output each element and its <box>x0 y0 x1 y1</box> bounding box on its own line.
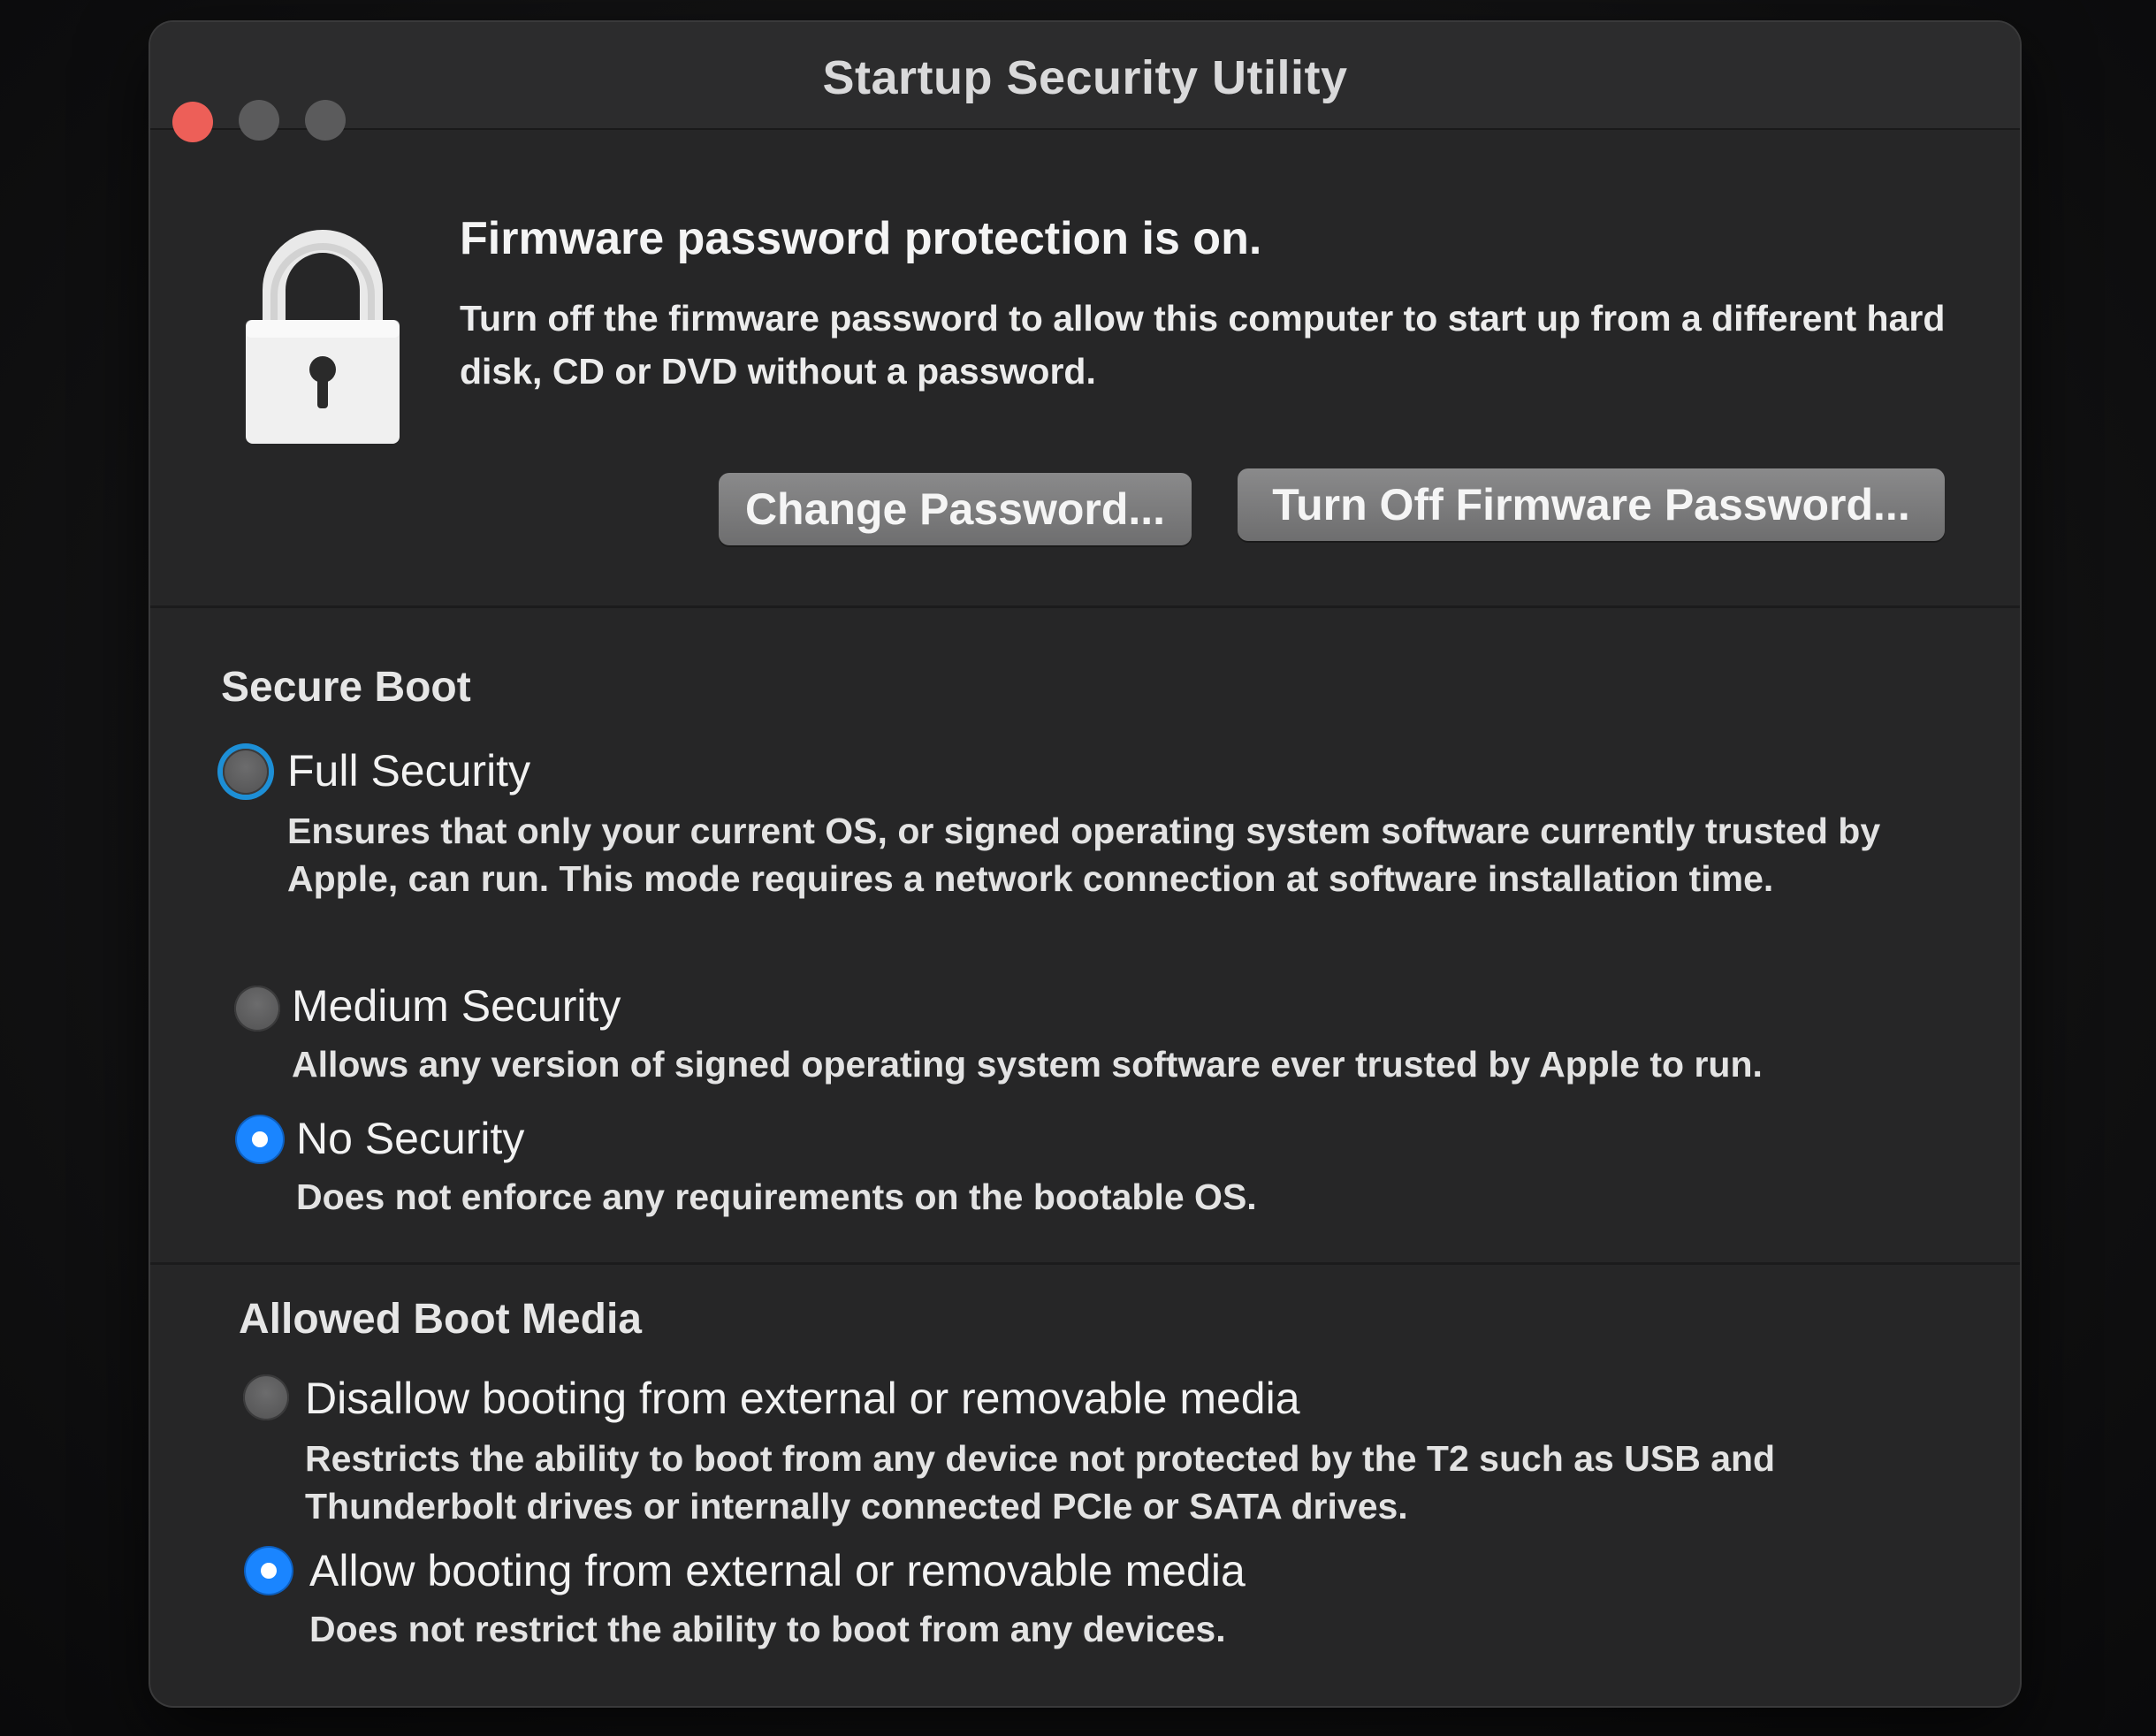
allow-external-media-label[interactable]: Allow booting from external or removable… <box>309 1545 1246 1596</box>
medium-security-label[interactable]: Medium Security <box>292 980 621 1032</box>
startup-security-window: Startup Security Utility Firmware passwo… <box>150 22 2020 1706</box>
no-security-description: Does not enforce any requirements on the… <box>296 1176 1257 1217</box>
medium-security-description: Allows any version of signed operating s… <box>292 1044 1763 1085</box>
section-divider <box>150 1262 2020 1265</box>
zoom-window-button[interactable] <box>305 100 346 141</box>
disallow-external-media-description: Restricts the ability to boot from any d… <box>305 1438 1776 1527</box>
minimize-window-button[interactable] <box>239 100 279 141</box>
no-security-label[interactable]: No Security <box>296 1113 524 1164</box>
close-window-button[interactable] <box>172 102 213 142</box>
firmware-description: Turn off the firmware password to allow … <box>460 298 1946 392</box>
full-security-label[interactable]: Full Security <box>287 745 530 796</box>
allow-external-media-description: Does not restrict the ability to boot fr… <box>309 1609 1226 1649</box>
lock-icon <box>246 230 400 444</box>
full-security-radio[interactable] <box>223 749 269 795</box>
no-security-radio[interactable] <box>237 1116 283 1162</box>
title-bar[interactable]: Startup Security Utility <box>150 22 2020 142</box>
disallow-external-media-radio[interactable] <box>243 1374 289 1420</box>
full-security-description: Ensures that only your current OS, or si… <box>287 811 1881 899</box>
medium-security-radio[interactable] <box>234 986 280 1032</box>
change-password-button[interactable]: Change Password... <box>719 473 1192 545</box>
secure-boot-heading: Secure Boot <box>221 664 471 711</box>
section-divider <box>150 605 2020 608</box>
allow-external-media-radio[interactable] <box>246 1548 292 1594</box>
allowed-boot-media-heading: Allowed Boot Media <box>239 1296 642 1343</box>
turn-off-firmware-password-button[interactable]: Turn Off Firmware Password... <box>1238 468 1945 541</box>
firmware-status-heading: Firmware password protection is on. <box>460 213 1262 264</box>
disallow-external-media-label[interactable]: Disallow booting from external or remova… <box>305 1373 1300 1424</box>
window-title: Startup Security Utility <box>822 51 1348 104</box>
